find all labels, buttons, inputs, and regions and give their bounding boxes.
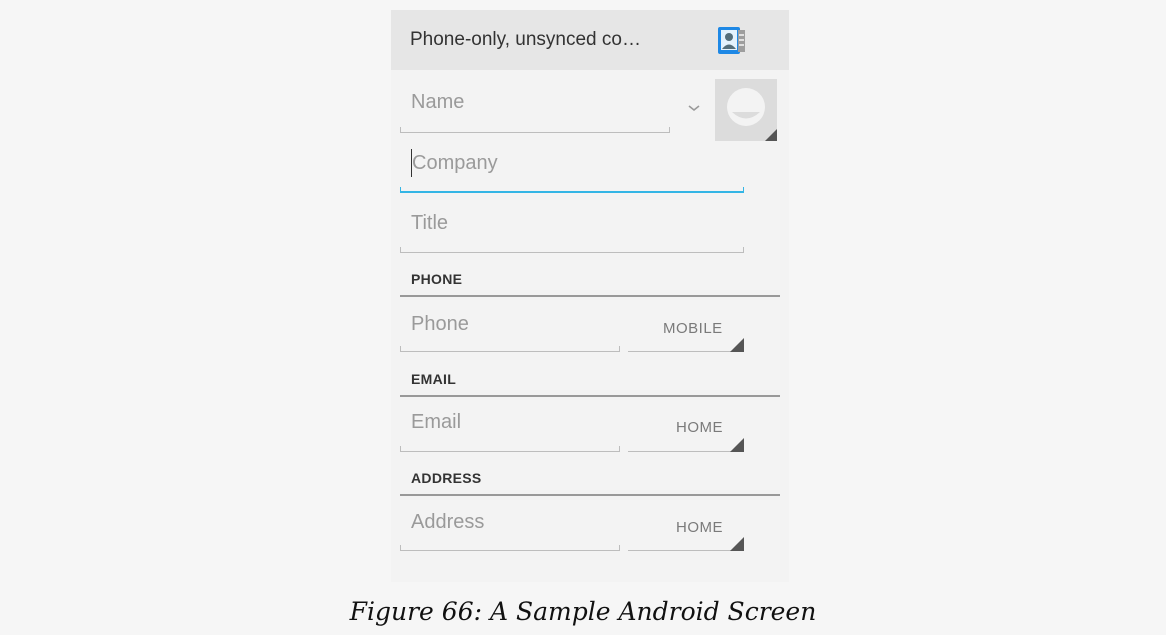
phone-section-divider	[400, 295, 780, 297]
address-field-underline	[400, 545, 620, 551]
email-type-spinner[interactable]: HOME	[676, 419, 723, 436]
phone-screen: Phone-only, unsynced co… Name Company Ti…	[391, 10, 789, 582]
phone-section-header: PHONE	[411, 271, 463, 287]
chevron-down-icon[interactable]	[687, 103, 701, 113]
address-field[interactable]: Address	[411, 511, 484, 534]
account-label: Phone-only, unsynced co…	[410, 29, 641, 50]
spinner-corner-icon	[730, 338, 744, 352]
company-field-underline	[400, 187, 744, 193]
figure-caption: Figure 66: A Sample Android Screen	[349, 597, 817, 626]
spinner-corner-icon	[730, 438, 744, 452]
company-field[interactable]: Company	[412, 152, 498, 175]
email-type-underline	[628, 451, 744, 452]
account-bar[interactable]: Phone-only, unsynced co…	[391, 10, 789, 70]
contact-photo-avatar[interactable]	[715, 79, 777, 141]
phone-field-underline	[400, 346, 620, 352]
name-field-underline	[400, 127, 670, 133]
address-type-underline	[628, 550, 744, 551]
title-field-underline	[400, 247, 744, 253]
name-field[interactable]: Name	[411, 91, 464, 114]
phone-type-spinner[interactable]: MOBILE	[663, 320, 723, 337]
contact-card-icon	[718, 27, 745, 54]
spinner-corner-icon	[730, 537, 744, 551]
email-field[interactable]: Email	[411, 411, 461, 434]
address-section-divider	[400, 494, 780, 496]
email-section-divider	[400, 395, 780, 397]
address-type-spinner[interactable]: HOME	[676, 519, 723, 536]
email-field-underline	[400, 446, 620, 452]
email-section-header: EMAIL	[411, 371, 457, 387]
phone-type-underline	[628, 351, 744, 352]
phone-field[interactable]: Phone	[411, 313, 469, 336]
title-field[interactable]: Title	[411, 212, 448, 235]
address-section-header: ADDRESS	[411, 470, 482, 486]
